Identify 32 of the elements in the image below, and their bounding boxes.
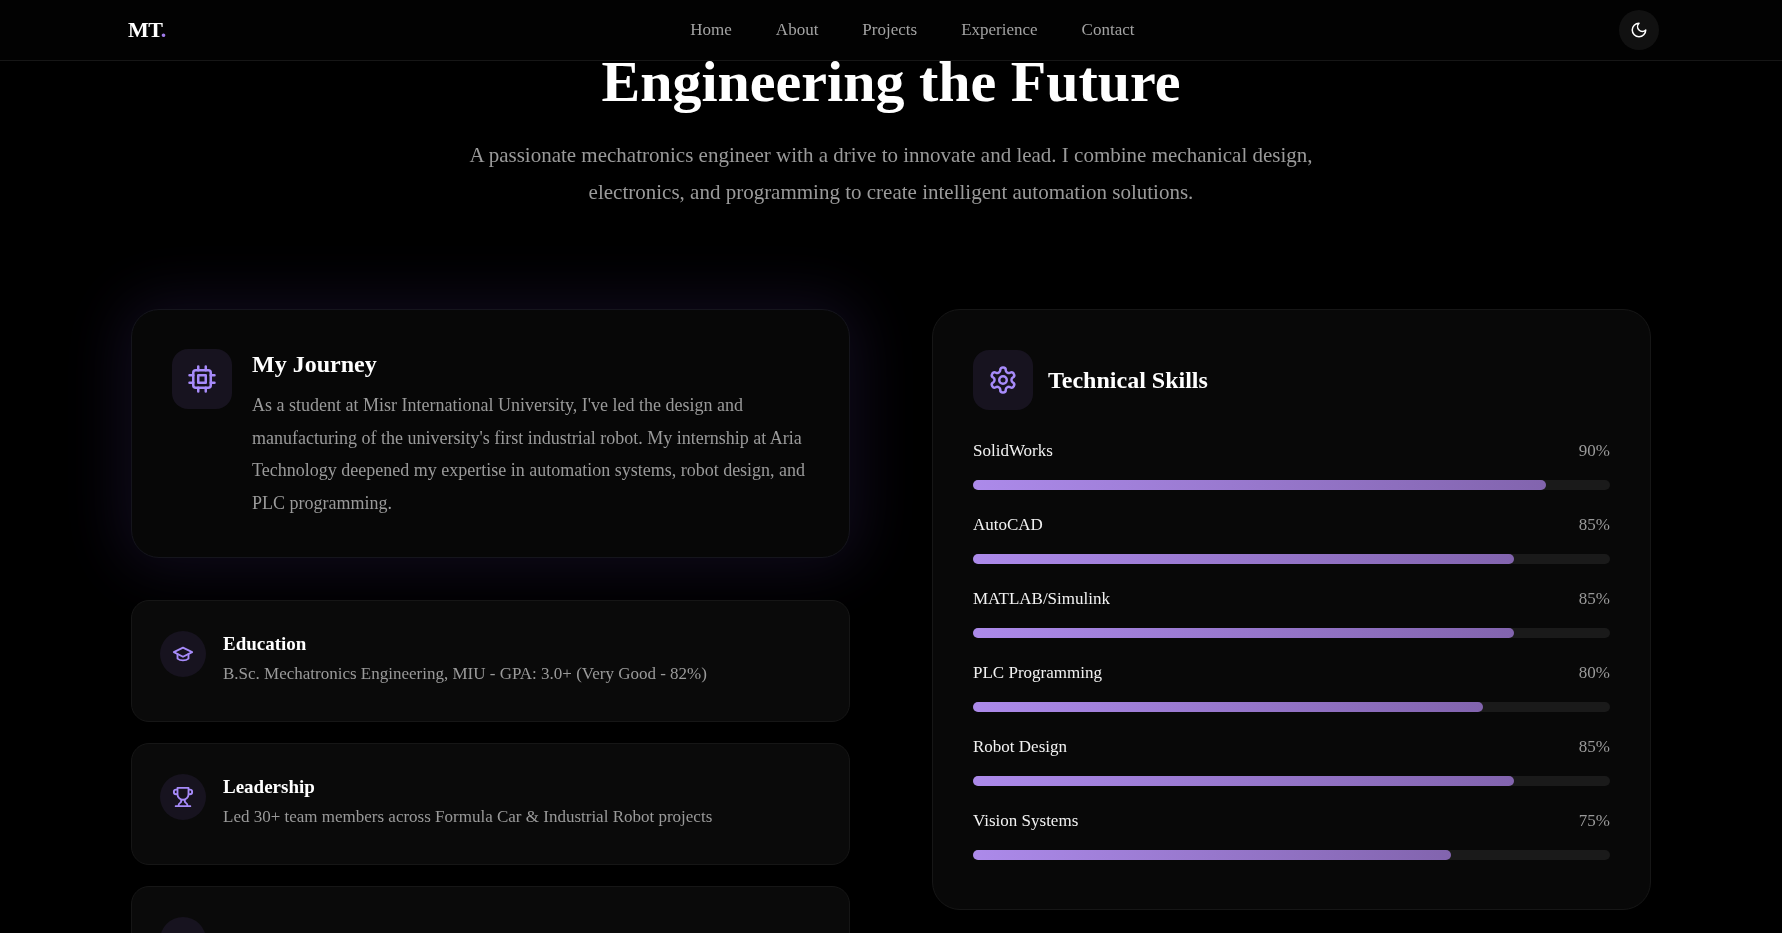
highlight-title: Education bbox=[223, 632, 308, 656]
nav-link[interactable]: Projects bbox=[862, 20, 918, 40]
skill-percent: 75% bbox=[1578, 810, 1610, 832]
skill-name: Vision Systems bbox=[973, 810, 1079, 832]
nav-link[interactable]: Experience bbox=[961, 20, 1038, 40]
hero-subtitle: A passionate mechatronics engineer with a drive to innovate and lead. I combine mechanical design, electronics, and programming to create intelligent automation solutions. bbox=[468, 142, 1314, 206]
skill-percent: 85% bbox=[1578, 588, 1610, 610]
nav-link[interactable]: Contact bbox=[1081, 20, 1135, 40]
gear-icon bbox=[988, 365, 1018, 395]
skill-name: AutoCAD bbox=[973, 514, 1043, 536]
skill-name: Robot Design bbox=[973, 736, 1067, 758]
skill-percent: 85% bbox=[1578, 736, 1610, 758]
moon-icon bbox=[1630, 21, 1648, 39]
hero-title: Engineering the Future bbox=[601, 53, 1181, 111]
card-title: My Journey bbox=[252, 350, 378, 379]
card-text: As a student at Misr International University, I've led the design and manufacturing of the university's first industrial robot. My internship at Aria Technology deepened my expertise in automation systems, robot design, and PLC programming. bbox=[252, 394, 807, 515]
chip-icon bbox=[187, 364, 217, 394]
skill-name: MATLAB/Simulink bbox=[973, 588, 1110, 610]
theme-toggle-button[interactable] bbox=[1619, 10, 1659, 50]
highlight-text: Led 30+ team members across Formula Car & Industrial Robot projects bbox=[223, 806, 713, 828]
skill-name: SolidWorks bbox=[973, 440, 1053, 462]
highlight-text: B.Sc. Mechatronics Engineering, MIU - GPA: 3.0+ (Very Good - 82%) bbox=[223, 663, 707, 685]
skill-percent: 80% bbox=[1578, 662, 1610, 684]
card-title: Technical Skills bbox=[1048, 366, 1208, 395]
nav-link[interactable]: Home bbox=[690, 20, 732, 40]
skill-percent: 85% bbox=[1578, 514, 1610, 536]
highlight-title: Leadership bbox=[223, 775, 316, 799]
trophy-icon bbox=[172, 786, 194, 808]
nav-link[interactable]: About bbox=[775, 20, 819, 40]
logo[interactable]: MT. bbox=[128, 17, 166, 43]
skill-percent: 90% bbox=[1578, 440, 1610, 462]
skill-name: PLC Programming bbox=[973, 662, 1102, 684]
